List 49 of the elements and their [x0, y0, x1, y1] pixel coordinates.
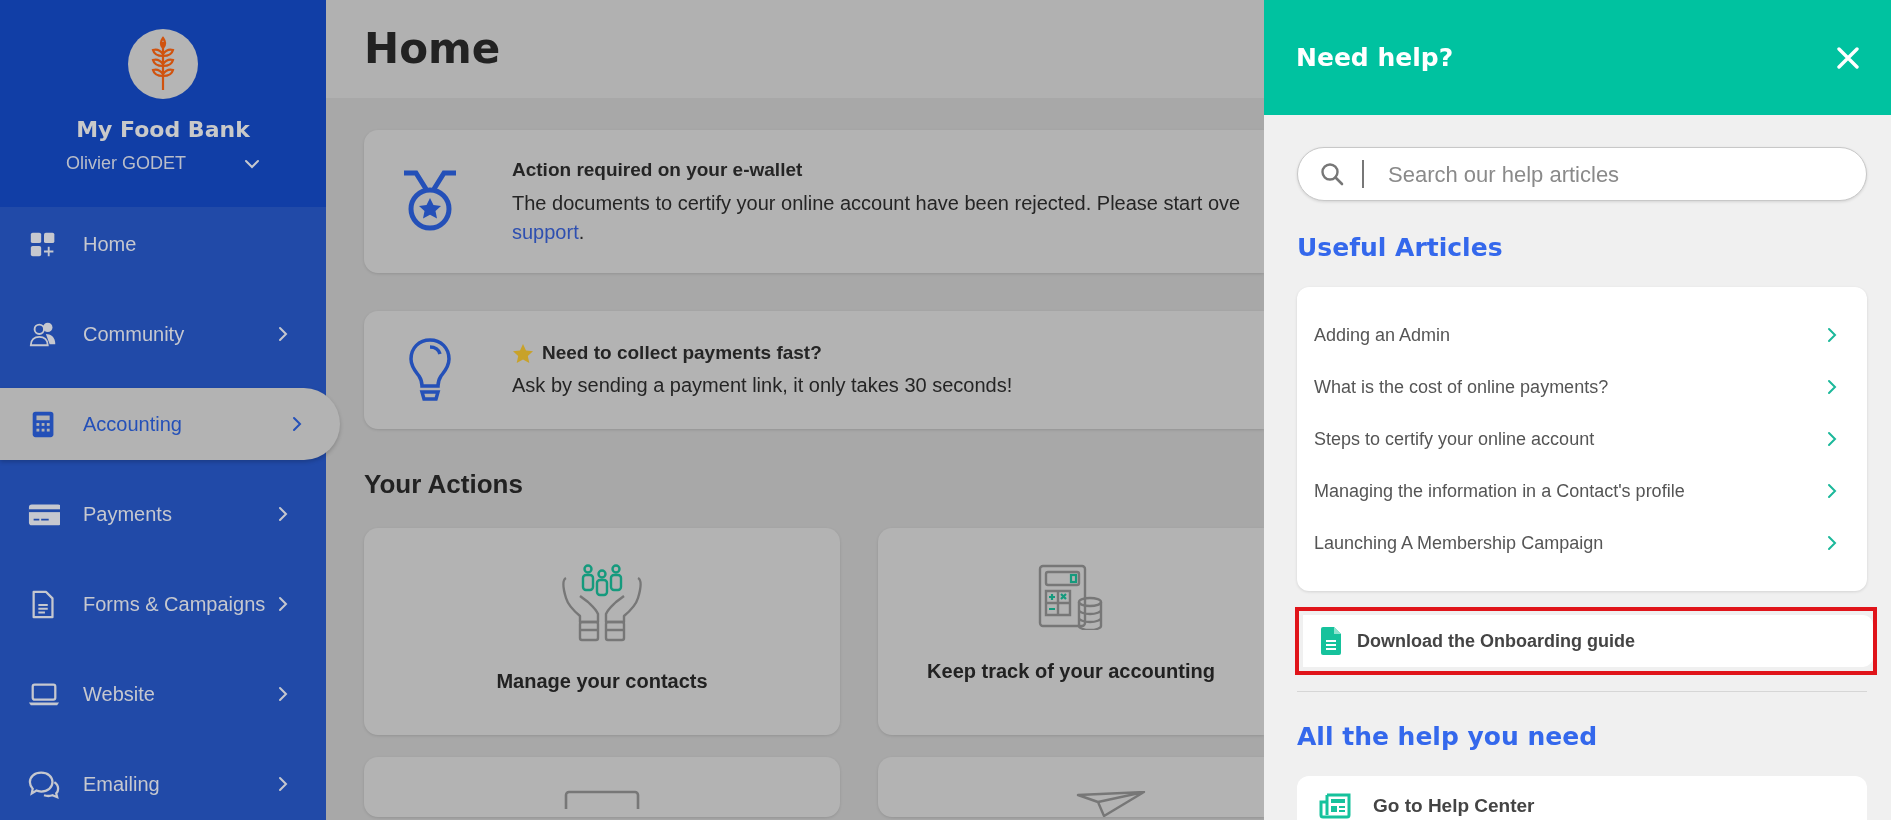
- action-card[interactable]: Manage your contacts: [364, 527, 840, 735]
- notice-message: The documents to certify your online account have been rejected. Please start ove support.: [512, 190, 1241, 245]
- sidebar-nav-item[interactable]: Home: [0, 208, 326, 280]
- article-link[interactable]: Steps to certify your online account: [1297, 413, 1867, 465]
- page-title: Home: [364, 23, 501, 75]
- notice-message: Ask by sending a payment link, it only takes 30 seconds!: [512, 373, 1013, 399]
- chevron-right-icon: [1827, 483, 1837, 499]
- sidebar-nav-item[interactable]: Payments: [0, 478, 326, 550]
- chevron-down-icon[interactable]: [244, 158, 260, 169]
- action-label: Keep track of your accounting: [927, 658, 1215, 684]
- search-field[interactable]: Search our help articles: [1386, 156, 1866, 192]
- support-link[interactable]: support: [512, 220, 579, 243]
- article-link[interactable]: Launching A Membership Campaign: [1297, 517, 1867, 569]
- action-card[interactable]: [364, 756, 840, 817]
- section-heading: Your Actions: [364, 468, 524, 500]
- action-card[interactable]: Keep track of your accounting: [878, 527, 1264, 735]
- sidebar-nav-item[interactable]: Community: [0, 298, 326, 370]
- action-label: Manage your contacts: [496, 668, 708, 694]
- section-heading: Useful Articles: [1297, 233, 1504, 263]
- action-card[interactable]: [878, 756, 1264, 817]
- search-bar[interactable]: Search our help articles: [1297, 147, 1867, 201]
- article-link[interactable]: Managing the information in a Contact's profile: [1297, 465, 1867, 517]
- light-bulb-icon: [408, 336, 452, 403]
- article-link[interactable]: What is the cost of online payments?: [1297, 361, 1867, 413]
- paper-plane-icon: [1076, 790, 1146, 817]
- chevron-right-icon: [1827, 379, 1837, 395]
- organization-name: My Food Bank: [76, 116, 250, 144]
- calculator-coins-icon: [1038, 563, 1104, 630]
- document-icon: [1321, 627, 1341, 655]
- article-link[interactable]: Adding an Admin: [1297, 309, 1867, 361]
- section-heading: All the help you need: [1297, 722, 1599, 752]
- monitor-icon: [564, 789, 640, 809]
- search-icon: [1320, 162, 1344, 186]
- notice-title: Action required on your e-wallet: [512, 158, 803, 182]
- close-icon: [1837, 46, 1859, 69]
- close-button[interactable]: [1837, 46, 1859, 69]
- newspaper-icon: [1319, 793, 1351, 819]
- notice-title: Need to collect payments fast?: [542, 340, 822, 365]
- sidebar-nav-item[interactable]: Forms & Campaigns: [0, 568, 326, 640]
- help-center-link[interactable]: Go to Help Center: [1297, 776, 1867, 820]
- chevron-right-icon: [1827, 431, 1837, 447]
- user-name: Olivier GODET: [66, 152, 186, 175]
- help-title: Need help?: [1296, 42, 1454, 73]
- hands-holding-people-icon: [560, 563, 644, 644]
- sidebar-nav-item[interactable]: Website: [0, 658, 326, 730]
- chevron-right-icon: [1827, 535, 1837, 551]
- sidebar-nav-item[interactable]: Emailing: [0, 748, 326, 820]
- download-guide-button[interactable]: Download the Onboarding guide: [1303, 615, 1873, 667]
- chevron-right-icon: [1827, 327, 1837, 343]
